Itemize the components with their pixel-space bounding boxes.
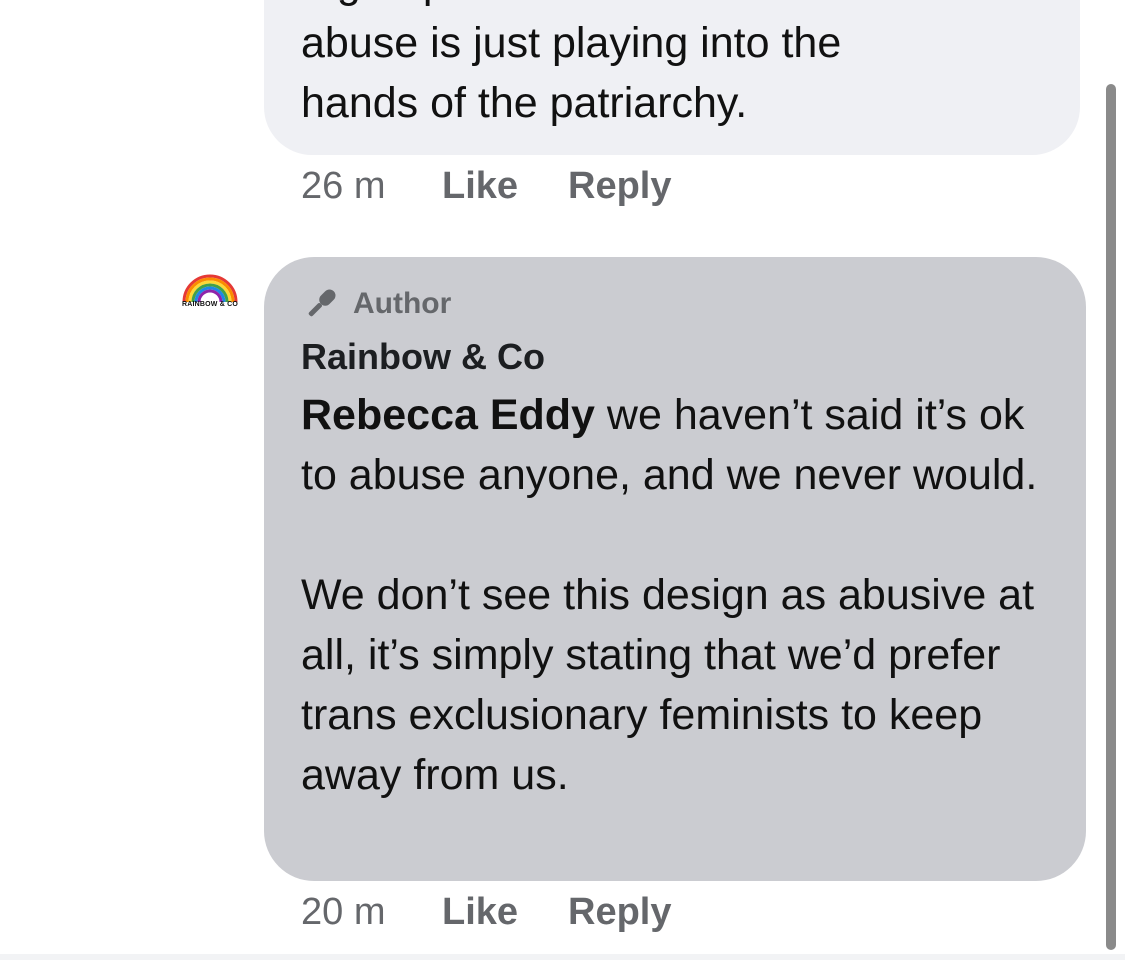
comment-timestamp[interactable]: 20 m [301,891,442,934]
like-button[interactable]: Like [442,165,568,208]
comment-line: a group of women that it is "ok" to [301,0,1061,13]
author-badge: Author [301,282,451,326]
scrollbar[interactable] [1106,84,1116,950]
microphone-icon [308,289,336,317]
comment-thread: a group of women that it is "ok" to abus… [0,0,1125,960]
comment-author[interactable]: Rainbow & Co [301,336,545,378]
badge-label: Author [353,287,452,320]
comment-timestamp[interactable]: 26 m [301,165,442,208]
comment-actions: 26 m Like Reply [301,161,671,211]
comment-body: a group of women that it is "ok" to abus… [301,0,1061,133]
divider [0,954,1125,960]
reply-button[interactable]: Reply [568,891,671,934]
comment-bubble: a group of women that it is "ok" to abus… [264,0,1080,155]
comment-actions: 20 m Like Reply [301,887,671,937]
comment-paragraph: We don’t see this design as abusive at a… [301,571,1035,799]
comment-paragraph: Rebecca Eddy we haven’t said it’s ok to … [301,385,1061,505]
reply-button[interactable]: Reply [568,165,671,208]
comment-line: hands of the patriarchy. [301,79,748,127]
mention-link[interactable]: Rebecca Eddy [301,391,595,439]
avatar[interactable]: RAINBOW & CO [176,272,244,316]
avatar-label: RAINBOW & CO [181,301,239,308]
comment-line: abuse is just playing into the [301,19,842,67]
comment-body: Rebecca Eddy we haven’t said it’s ok to … [301,385,1061,805]
like-button[interactable]: Like [442,891,568,934]
